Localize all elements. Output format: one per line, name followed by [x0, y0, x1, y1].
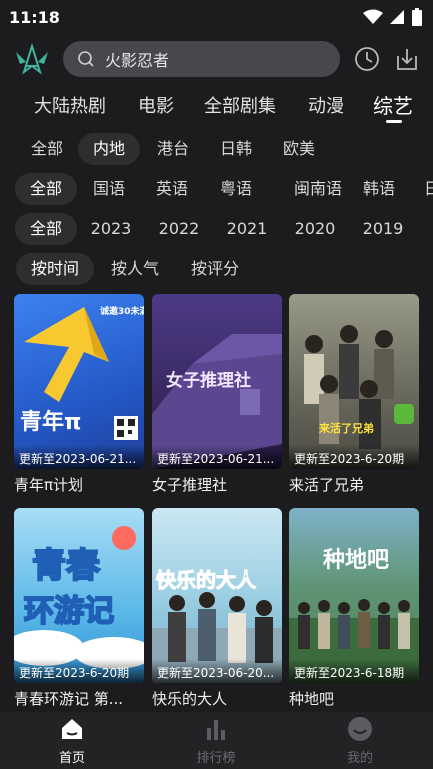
nav-label: 首页 [58, 751, 85, 766]
filter-language-mandarin[interactable]: 国语 [78, 173, 140, 205]
tab-variety[interactable]: 综艺 [373, 90, 413, 119]
poster-art-title-line2: 环游记 [23, 593, 115, 630]
filter-year-all[interactable]: 全部 [15, 213, 77, 245]
show-title[interactable]: 来活了兄弟 [289, 474, 419, 495]
profile-icon [348, 717, 372, 741]
status-icons [363, 8, 423, 26]
home-icon [62, 719, 82, 739]
language-filter-row: 全部 国语 英语 粤语 闽南语 韩语 日 [0, 173, 433, 207]
nav-label: 排行榜 [196, 751, 236, 766]
poster-art-arrow [24, 307, 109, 402]
signal-icon [390, 10, 404, 24]
filter-year-2021[interactable]: 2021 [216, 213, 278, 245]
tab-mainland-drama[interactable]: 大陆热剧 [34, 92, 106, 118]
show-card[interactable]: 女子推理社 更新至2023-06-21... 女子推理社 [152, 294, 282, 494]
region-filter-row: 全部 内地 港台 日韩 欧美 [0, 133, 433, 167]
app-logo-icon[interactable] [14, 44, 50, 76]
update-badge: 更新至2023-06-20... [157, 666, 275, 680]
filter-language-korean[interactable]: 韩语 [348, 173, 410, 205]
show-title[interactable]: 青年π计划 [14, 474, 144, 495]
poster-art-title: 女子推理社 [166, 371, 251, 391]
filter-language-minnan[interactable]: 闽南语 [278, 173, 358, 205]
header: 火影忍者 [0, 40, 433, 80]
filter-year-2019[interactable]: 2019 [352, 213, 414, 245]
update-badge: 更新至2023-06-21... [157, 452, 275, 466]
filter-language-cantonese[interactable]: 粤语 [205, 173, 267, 205]
nav-ranking[interactable]: 排行榜 [176, 712, 256, 769]
sort-by-popularity[interactable]: 按人气 [96, 253, 174, 285]
filter-year-2023[interactable]: 2023 [80, 213, 142, 245]
sort-by-time[interactable]: 按时间 [16, 253, 94, 285]
history-icon[interactable] [354, 46, 380, 72]
search-bar[interactable]: 火影忍者 [63, 41, 340, 77]
category-tabs: [ 大陆热剧 电影 全部剧集 动漫 综艺 [0, 84, 433, 128]
sort-filter-row: 按时间 按人气 按评分 [0, 253, 433, 287]
show-poster[interactable]: 诚邀30未满 青年π 更新至2023-06-21... [14, 294, 144, 469]
filter-year-2020[interactable]: 2020 [284, 213, 346, 245]
poster-art-field [289, 599, 419, 683]
filter-region-mainland[interactable]: 内地 [78, 133, 140, 165]
show-title[interactable]: 种地吧 [289, 688, 419, 709]
show-title[interactable]: 青春环游记 第... [14, 688, 144, 709]
poster-art-group [304, 325, 414, 449]
show-card[interactable]: 种地吧 更新至2023-6-18期 种地吧 [289, 508, 419, 708]
sort-by-rating[interactable]: 按评分 [176, 253, 254, 285]
search-icon [78, 51, 94, 67]
poster-art-people [152, 592, 282, 683]
year-filter-row: 全部 2023 2022 2021 2020 2019 [0, 213, 433, 247]
chart-icon [207, 720, 225, 740]
active-tab-indicator [386, 120, 402, 123]
wifi-icon [363, 9, 383, 24]
update-badge: 更新至2023-6-18期 [294, 666, 405, 680]
show-poster[interactable]: 种地吧 更新至2023-6-18期 [289, 508, 419, 683]
show-poster[interactable]: 女子推理社 更新至2023-06-21... [152, 294, 282, 469]
nav-home[interactable]: 首页 [32, 712, 112, 769]
poster-art-caption: 诚邀30未满 [100, 307, 144, 317]
poster-art-title: 快乐的大人 [156, 568, 257, 593]
battery-icon [412, 8, 422, 26]
update-badge: 更新至2023-06-21... [19, 452, 137, 466]
filter-region-jp-kr[interactable]: 日韩 [205, 133, 267, 165]
status-bar: 11:18 [0, 0, 433, 34]
show-poster[interactable]: 来活了兄弟 更新至2023-6-20期 [289, 294, 419, 469]
bottom-nav: 首页 排行榜 我的 [0, 712, 433, 769]
update-badge: 更新至2023-6-20期 [294, 452, 405, 466]
show-title[interactable]: 女子推理社 [152, 474, 282, 495]
show-card[interactable]: 诚邀30未满 青年π 更新至2023-06-21... 青年π计划 [14, 294, 144, 494]
qr-code [114, 416, 138, 440]
show-card[interactable]: 来活了兄弟 更新至2023-6-20期 来活了兄弟 [289, 294, 419, 494]
download-icon[interactable] [394, 46, 420, 72]
tab-all-series[interactable]: 全部剧集 [204, 92, 276, 118]
tab-movies[interactable]: 电影 [138, 92, 174, 118]
nav-profile[interactable]: 我的 [320, 712, 400, 769]
filter-region-west[interactable]: 欧美 [268, 133, 330, 165]
filter-region-hk-tw[interactable]: 港台 [142, 133, 204, 165]
show-poster[interactable]: 青春 环游记 更新至2023-6-20期 [14, 508, 144, 683]
filter-language-partial[interactable]: 日 [424, 173, 433, 205]
search-placeholder: 火影忍者 [105, 51, 170, 70]
filter-language-english[interactable]: 英语 [141, 173, 203, 205]
show-card[interactable]: 青春 环游记 更新至2023-6-20期 青春环游记 第... [14, 508, 144, 708]
filter-year-2022[interactable]: 2022 [148, 213, 210, 245]
filter-region-all[interactable]: 全部 [16, 133, 78, 165]
poster-art-title: 青年π [20, 410, 82, 435]
update-badge: 更新至2023-6-20期 [19, 666, 130, 680]
tab-anime[interactable]: 动漫 [308, 92, 344, 118]
filter-language-all[interactable]: 全部 [15, 173, 77, 205]
poster-art-title: 种地吧 [323, 548, 390, 573]
poster-art-title-line1: 青春 [31, 545, 101, 587]
show-card[interactable]: 快乐的大人 更新至2023-06-20... 快乐的大人 [152, 508, 282, 708]
status-time: 11:18 [9, 7, 60, 27]
show-poster[interactable]: 快乐的大人 更新至2023-06-20... [152, 508, 282, 683]
show-grid: 诚邀30未满 青年π 更新至2023-06-21... 青年π计划 女子推理社 … [14, 294, 419, 714]
nav-label: 我的 [346, 751, 373, 766]
poster-art-title: 来活了兄弟 [319, 422, 374, 435]
show-title[interactable]: 快乐的大人 [152, 688, 282, 709]
